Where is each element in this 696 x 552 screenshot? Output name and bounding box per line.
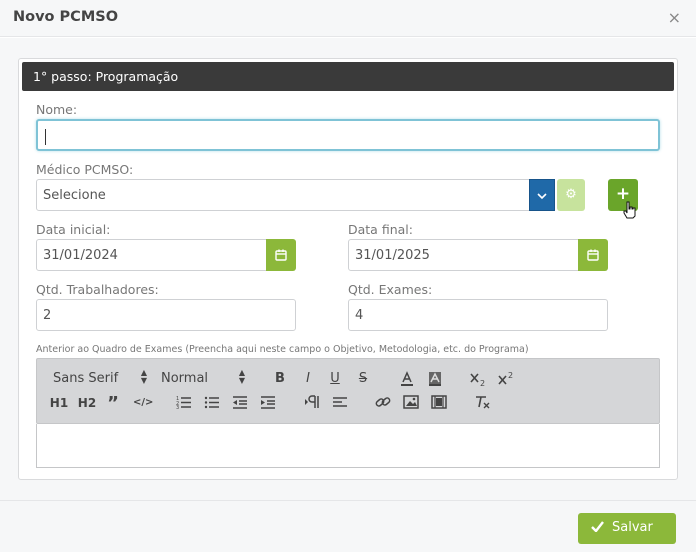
text-direction-icon [305,395,319,408]
outdent-icon [233,396,247,409]
modal-title: Novo PCMSO [13,9,119,25]
subscript-icon: 2 [470,373,485,388]
text-caret [45,129,46,145]
nome-label: Nome: [36,102,78,117]
save-button[interactable]: Salvar [578,513,676,544]
select-arrows-icon: ▲ ▼ [140,368,147,385]
save-button-label: Salvar [612,520,653,535]
data-final-input[interactable]: 31/01/2025 [348,239,579,271]
underline-button[interactable]: U [327,371,343,387]
font-family-select[interactable]: Sans Serif ▲ ▼ [53,368,147,387]
outdent-button[interactable] [232,395,248,414]
bullet-list-button[interactable] [204,395,220,414]
link-icon [375,397,391,407]
calendar-icon [275,249,287,261]
modal-header: Novo PCMSO × [0,0,696,37]
background-color-icon [429,372,441,386]
svg-text:3: 3 [176,405,179,409]
hand-cursor-icon [623,201,637,223]
data-final-calendar-button[interactable] [578,239,608,271]
step-panel: 1° passo: Programação Nome: Médico PCMSO… [18,58,678,480]
qtd-exames-input[interactable]: 4 [348,299,608,331]
text-direction-button[interactable] [304,395,320,414]
align-left-icon [333,397,347,407]
close-icon[interactable]: × [668,8,681,28]
h2-button[interactable]: H2 [77,395,97,411]
qtd-trabalhadores-input[interactable]: 2 [36,299,296,331]
chevron-down-icon [537,192,547,199]
indent-button[interactable] [260,395,276,414]
link-button[interactable] [375,395,391,414]
calendar-icon [587,249,599,261]
select-arrows-icon: ▲ ▼ [238,368,245,385]
ordered-list-icon: 123 [176,396,191,411]
qtd-exames-value: 4 [355,308,364,323]
blockquote-button[interactable]: ” [106,395,120,413]
anterior-label: Anterior ao Quadro de Exames (Preencha a… [36,344,529,355]
modal-footer: Salvar [0,500,696,552]
qtd-trabalhadores-label: Qtd. Trabalhadores: [36,282,159,297]
font-size-value: Normal [161,371,209,386]
panel-heading: 1° passo: Programação [22,62,674,91]
data-inicial-input[interactable]: 31/01/2024 [36,239,267,271]
indent-icon [261,396,275,409]
image-icon [403,395,419,409]
medico-select-value: Selecione [43,188,106,203]
qtd-exames-label: Qtd. Exames: [348,282,433,297]
gear-icon: ⚙ [565,187,577,202]
superscript-button[interactable]: 2 [497,371,515,392]
font-family-value: Sans Serif [53,371,119,386]
video-icon [431,395,447,409]
italic-button[interactable]: I [300,371,316,387]
data-final-label: Data final: [348,222,413,237]
align-button[interactable] [332,395,348,414]
modal-body: 1° passo: Programação Nome: Médico PCMSO… [0,38,696,500]
superscript-icon: 2 [498,371,513,385]
clear-format-icon [476,396,490,409]
code-block-button[interactable]: </> [133,395,153,411]
h1-button[interactable]: H1 [49,395,69,411]
text-color-icon [401,371,413,386]
font-size-select[interactable]: Normal ▲ ▼ [161,368,245,387]
subscript-button[interactable]: 2 [469,371,487,392]
medico-label: Médico PCMSO: [36,162,134,177]
data-final-value: 31/01/2025 [355,248,430,263]
svg-text:2: 2 [480,379,485,387]
medico-dropdown-button[interactable] [529,179,555,211]
modal-dialog: Novo PCMSO × 1° passo: Programação Nome:… [0,0,696,552]
bold-button[interactable]: B [272,371,288,387]
editor-toolbar: Sans Serif ▲ ▼ Normal ▲ ▼ B I U S 2 2 H1… [36,358,660,424]
clear-format-button[interactable] [474,395,490,414]
ordered-list-button[interactable]: 123 [176,395,192,414]
image-button[interactable] [403,395,419,414]
nome-input[interactable] [36,119,660,151]
text-color-button[interactable] [399,371,415,392]
medico-select[interactable]: Selecione [36,179,530,211]
bullet-list-icon [204,396,219,409]
svg-text:2: 2 [508,371,513,380]
background-color-button[interactable] [427,371,443,392]
check-icon [591,521,604,533]
data-inicial-value: 31/01/2024 [43,248,118,263]
data-inicial-label: Data inicial: [36,222,111,237]
qtd-trabalhadores-value: 2 [43,308,52,323]
data-inicial-calendar-button[interactable] [266,239,296,271]
editor-content-area[interactable] [36,424,660,468]
video-button[interactable] [431,395,447,414]
medico-settings-button[interactable]: ⚙ [557,179,585,211]
strike-button[interactable]: S [355,371,371,387]
